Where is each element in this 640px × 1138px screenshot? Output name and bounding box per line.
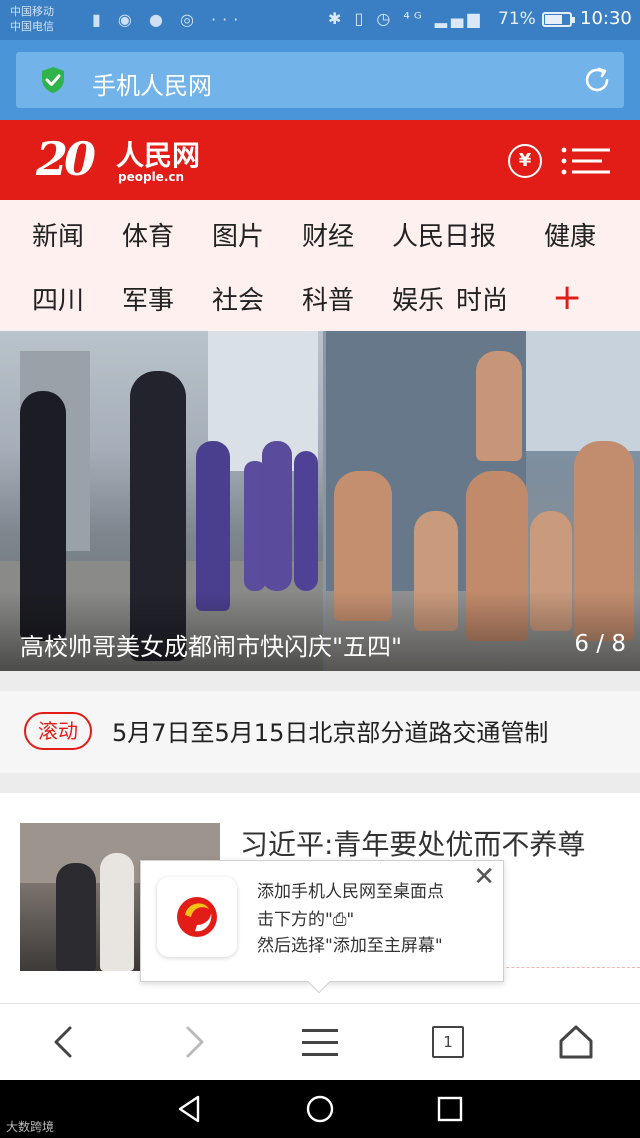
popup-line-1: 添加手机人民网至桌面点 (257, 882, 444, 902)
logo-anniversary-number[interactable]: 20 (36, 132, 96, 186)
page-title: 手机人民网 (92, 72, 212, 100)
nav-back-icon[interactable] (174, 1093, 206, 1125)
shield-check-icon (42, 67, 64, 93)
menu-icon[interactable] (300, 1022, 340, 1062)
logo-site-name[interactable]: 人民网 (116, 134, 200, 174)
nav-item-sports[interactable]: 体育 (122, 216, 174, 253)
person-figure (56, 863, 96, 971)
battery-percent: 71% (498, 9, 536, 29)
nav-item-peoples-daily[interactable]: 人民日报 (392, 216, 496, 253)
nav-item-society[interactable]: 社会 (212, 280, 264, 317)
athlete-figure (476, 351, 522, 461)
sky-shape (526, 331, 640, 451)
browser-toolbar: 1 (0, 1003, 640, 1080)
forward-icon[interactable] (174, 1022, 214, 1062)
add-to-homescreen-popup[interactable]: ✕ 添加手机人民网至桌面点 击下方的"⎙" 然后选择"添加至主屏幕" (140, 860, 504, 994)
watermark: 大数跨境 (6, 1120, 55, 1134)
model-figure (294, 451, 318, 591)
news-title[interactable]: 习近平:青年要处优而不养尊 (240, 823, 585, 863)
address-bar[interactable]: 手机人民网 (16, 52, 624, 108)
model-figure (196, 441, 230, 611)
back-icon[interactable] (44, 1022, 84, 1062)
nav-item-health[interactable]: 健康 (544, 216, 596, 253)
category-nav: 新闻 体育 图片 财经 人民日报 健康 四川 军事 社会 科普 娱乐 时尚 + (0, 200, 640, 331)
people-logo-icon (177, 897, 217, 937)
nav-item-science[interactable]: 科普 (302, 280, 354, 317)
home-icon[interactable] (556, 1022, 596, 1062)
hero-pager: 6 / 8 (574, 631, 626, 657)
nav-item-fashion[interactable]: 时尚 (456, 280, 508, 317)
browser-address-area: 手机人民网 (0, 40, 640, 120)
carrier-1: 中国移动 (10, 5, 54, 18)
nav-item-sichuan[interactable]: 四川 (32, 280, 84, 317)
ticker-headline[interactable]: 5月7日至5月15日北京部分道路交通管制 (112, 713, 548, 748)
android-nav-bar: 大数跨境 (0, 1080, 640, 1138)
site-header: 20 人民网 people.cn ¥ (0, 120, 640, 200)
hamburger-menu-icon[interactable] (560, 146, 612, 176)
popup-line-3: 然后选择"添加至主屏幕" (257, 936, 443, 956)
hero-caption[interactable]: 高校帅哥美女成都闹市快闪庆"五四" (20, 627, 402, 662)
nav-more-button[interactable]: + (552, 280, 582, 316)
model-figure (262, 441, 292, 591)
logo-domain: people.cn (118, 170, 185, 184)
battery-icon (542, 12, 575, 27)
nav-item-photos[interactable]: 图片 (212, 216, 264, 253)
system-status-icons: ✱ ▯ ◷ ⁴ᴳ ▂▄▆ (328, 9, 484, 28)
status-bar: 中国移动 中国电信 ▮ ◉ ● ◎ ··· ✱ ▯ ◷ ⁴ᴳ ▂▄▆ 71% 1… (0, 0, 640, 40)
scrolling-news-ticker[interactable]: 滚动 5月7日至5月15日北京部分道路交通管制 (0, 691, 640, 773)
nav-item-news[interactable]: 新闻 (32, 216, 84, 253)
person-figure (100, 853, 134, 971)
popup-line-2: 击下方的"⎙" (257, 910, 355, 930)
close-icon[interactable]: ✕ (473, 863, 495, 891)
nav-item-entertainment[interactable]: 娱乐 (392, 280, 444, 317)
clock: 10:30 (580, 8, 632, 29)
nav-item-finance[interactable]: 财经 (302, 216, 354, 253)
nav-recents-icon[interactable] (434, 1093, 466, 1125)
section-divider (0, 671, 640, 691)
scrolling-badge: 滚动 (24, 712, 92, 750)
battery-level (545, 15, 563, 24)
carrier-2: 中国电信 (10, 20, 54, 33)
yen-icon[interactable]: ¥ (508, 144, 542, 178)
carrier-info: 中国移动 中国电信 (10, 4, 54, 34)
notification-icons: ▮ ◉ ● ◎ ··· (92, 10, 245, 29)
section-divider (0, 773, 640, 793)
tabs-button[interactable]: 1 (432, 1026, 464, 1058)
reload-icon[interactable] (582, 65, 612, 95)
nav-home-icon[interactable] (304, 1093, 336, 1125)
nav-item-military[interactable]: 军事 (122, 280, 174, 317)
hero-slideshow[interactable]: 高校帅哥美女成都闹市快闪庆"五四" 6 / 8 (0, 331, 640, 671)
app-logo (157, 877, 237, 957)
